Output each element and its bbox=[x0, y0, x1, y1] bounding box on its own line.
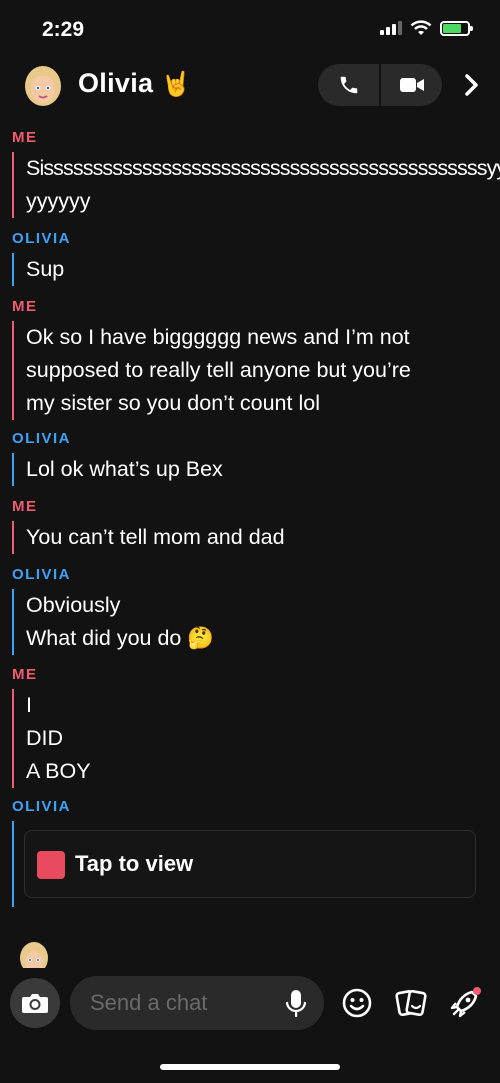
contact-name-text: Olivia bbox=[78, 68, 154, 98]
status-bar: 2:29 bbox=[0, 0, 500, 56]
chat-header: Olivia 🤘 bbox=[0, 58, 500, 118]
sender-label-me: ME bbox=[12, 498, 38, 515]
message-line: Obviously bbox=[26, 593, 121, 617]
camera-button[interactable] bbox=[10, 978, 60, 1028]
sender-label-olivia: OLIVIA bbox=[12, 798, 72, 815]
smiley-icon bbox=[342, 988, 372, 1018]
notification-dot bbox=[473, 987, 481, 995]
message-bubble[interactable]: Ok so I have bigggggg news and I’m not s… bbox=[12, 321, 488, 420]
chevron-right-button[interactable] bbox=[458, 70, 486, 100]
message-line: What did you do 🤔 bbox=[26, 626, 215, 650]
sticker-cards-icon bbox=[395, 989, 427, 1017]
phone-icon bbox=[340, 76, 357, 94]
message-line: Ok so I have bigggggg news and I’m not bbox=[26, 325, 410, 349]
video-camera-icon bbox=[399, 78, 424, 92]
message-line: DID bbox=[26, 726, 64, 750]
sender-label-olivia: OLIVIA bbox=[12, 430, 72, 447]
chevron-right-icon bbox=[465, 74, 478, 96]
snap-indicator-icon bbox=[37, 851, 65, 879]
message-bubble[interactable]: Sup bbox=[12, 253, 488, 286]
stickers-button[interactable] bbox=[394, 986, 428, 1020]
sender-label-me: ME bbox=[12, 129, 38, 146]
chat-input-bar bbox=[0, 972, 500, 1038]
message-bubble[interactable]: Sissssssssssssssssssssssssssssssssssssss… bbox=[12, 152, 500, 218]
bitmoji-avatar[interactable] bbox=[20, 64, 66, 110]
sender-label-me: ME bbox=[12, 666, 38, 683]
message-line: my sister so you don’t count lol bbox=[26, 391, 320, 415]
contact-name[interactable]: Olivia 🤘 bbox=[78, 68, 191, 99]
snap-tap-to-view: Tap to view bbox=[75, 851, 194, 876]
message-line: Lol ok what’s up Bex bbox=[26, 457, 223, 481]
status-time: 2:29 bbox=[42, 18, 85, 41]
games-button[interactable] bbox=[448, 986, 482, 1020]
message-line: Sup bbox=[26, 257, 65, 281]
snap-card[interactable]: Tap to view bbox=[24, 830, 476, 898]
video-call-button[interactable] bbox=[381, 64, 442, 106]
message-line: You can’t tell mom and dad bbox=[26, 525, 285, 549]
home-indicator bbox=[160, 1064, 340, 1070]
microphone-icon[interactable] bbox=[284, 988, 308, 1020]
message-line: supposed to really tell anyone but you’r… bbox=[26, 358, 411, 382]
message-line: A BOY bbox=[26, 759, 91, 783]
rock-hand-emoji: 🤘 bbox=[161, 71, 192, 98]
sender-label-olivia: OLIVIA bbox=[12, 230, 72, 247]
status-icons bbox=[380, 20, 473, 36]
sender-label-me: ME bbox=[12, 298, 38, 315]
typing-bitmoji-avatar bbox=[20, 942, 48, 968]
message-bubble[interactable]: Obviously What did you do 🤔 bbox=[12, 589, 488, 655]
cellular-signal-icon bbox=[380, 21, 402, 35]
rocket-icon bbox=[450, 987, 481, 1018]
message-line: Sissssssssssssssssssssssssssssssssssssss… bbox=[26, 156, 500, 180]
emoji-button[interactable] bbox=[340, 986, 374, 1020]
voice-call-button[interactable] bbox=[318, 64, 379, 106]
call-button-group bbox=[318, 64, 442, 106]
message-bubble[interactable]: You can’t tell mom and dad bbox=[12, 521, 488, 554]
message-bubble[interactable]: I DID A BOY bbox=[12, 689, 488, 788]
sender-label-olivia: OLIVIA bbox=[12, 566, 72, 583]
battery-charging-icon bbox=[440, 20, 473, 36]
message-bubble[interactable]: Lol ok what’s up Bex bbox=[12, 453, 488, 486]
wifi-icon bbox=[410, 20, 432, 35]
camera-icon bbox=[22, 994, 48, 1013]
message-line: I bbox=[26, 693, 32, 717]
message-line: yyyyyy bbox=[26, 189, 91, 213]
